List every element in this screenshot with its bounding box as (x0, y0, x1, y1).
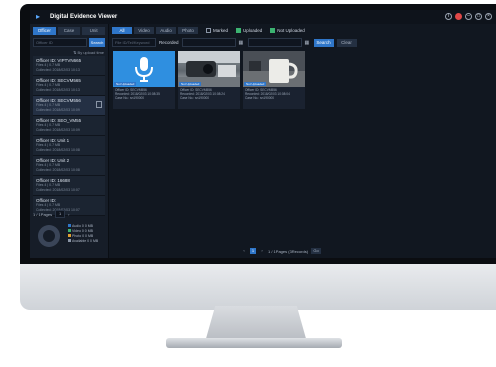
info-icon[interactable]: i (445, 13, 452, 20)
evidence-grid: Not Uploaded Officer ID: SECVM556 Record… (113, 51, 305, 109)
evidence-card-video[interactable]: Not Uploaded Officer ID: SECVM556 Record… (178, 51, 240, 109)
officer-search-input[interactable]: Officer ID (33, 38, 87, 47)
close-icon[interactable]: × (485, 13, 492, 20)
tab-officer[interactable]: Officer (33, 27, 56, 35)
list-item[interactable]: Officer ID: VIPTVN665 Files 4 | 0.7 MB C… (33, 56, 105, 76)
main-panel: All Video Audio Photo Marked Uploaded No… (109, 24, 496, 258)
sidebar-page-count: 1 / 1Pages (33, 211, 53, 217)
legend-label: Photo 0 0 MB (72, 234, 94, 238)
recorded-label: Recorded (159, 40, 179, 45)
go-button[interactable]: Go (311, 248, 322, 254)
checkbox-box[interactable] (270, 28, 276, 33)
sidebar-tabs: Officer Case Unit (33, 27, 106, 35)
checkbox-box[interactable] (236, 28, 242, 33)
checkbox-box[interactable] (206, 28, 211, 33)
sidebar-search-button[interactable]: Search (89, 38, 105, 47)
list-item-selected[interactable]: Officer ID: SECVM556 Files 4 | 0.7 MB Co… (33, 96, 105, 116)
marked-checkbox[interactable]: Marked (206, 28, 228, 33)
list-item[interactable]: Officer ID: SECVM565 Files 4 | 0.7 MB Co… (33, 76, 105, 96)
storage-summary: Audio 0 0 MB Video 0 0 MB Photo 0 0 MB A… (34, 221, 106, 255)
tab-unit[interactable]: Unit (82, 27, 106, 35)
checkbox-label: Marked (213, 28, 229, 33)
legend-swatch (68, 224, 71, 227)
card-meta: Officer ID: SECVM556 Recorded: 2018/02/0… (180, 88, 225, 101)
list-item[interactable]: Officer ID: Unit 1 Files 4 | 0.7 MB Coll… (33, 136, 105, 156)
officer-collected: Collected: 2018/02/03 10:13 (36, 87, 80, 92)
monitor-frame: ▸ Digital Evidence Viewer i – □ × Office… (0, 0, 496, 367)
page-number-current[interactable]: 1 (250, 248, 256, 254)
legend-swatch (68, 239, 71, 242)
legend-swatch (68, 234, 71, 237)
officer-collected: Collected: 2018/02/03 10:13 (36, 67, 80, 72)
card-meta: Officer ID: SECVM556 Recorded: 2018/02/0… (245, 88, 290, 101)
app-title: Digital Evidence Viewer (50, 14, 118, 20)
list-item[interactable]: Officer ID: Unit 2 Files 4 | 0.7 MB Coll… (33, 156, 105, 176)
legend-label: Video 0 0 MB (72, 229, 93, 233)
sidebar-search: Officer ID Search (33, 38, 105, 47)
date-from-input[interactable] (181, 38, 236, 47)
main-pager: ‹ 1 › 1 / 1Pages (3Records) Go (241, 248, 322, 254)
monitor-base (166, 338, 342, 348)
card-case: Case No.: sn190000 (115, 96, 145, 101)
filter-photo[interactable]: Photo (178, 27, 198, 34)
minimize-icon[interactable]: – (465, 13, 472, 20)
app-logo-icon: ▸ (36, 12, 41, 21)
card-meta: Officer ID: SECVM556 Recorded: 2018/02/0… (115, 88, 160, 101)
date-to-input[interactable] (247, 38, 302, 47)
checkbox-label: Not Uploaded (277, 28, 305, 33)
not-uploaded-checkbox[interactable]: Not Uploaded (270, 28, 305, 33)
status-badge: Not Uploaded (179, 82, 202, 86)
legend-swatch (68, 229, 71, 232)
tab-case[interactable]: Case (57, 27, 81, 35)
filter-audio[interactable]: Audio (156, 27, 176, 34)
officer-collected: Collected: 2018/02/03 10:09 (36, 127, 80, 132)
page-count-text: 1 / 1Pages (3Records) (268, 248, 309, 254)
title-bar: ▸ Digital Evidence Viewer i – □ × (30, 10, 496, 24)
card-case: Case No.: sn190000 (245, 96, 275, 101)
storage-donut-chart (38, 225, 60, 247)
notification-icon[interactable] (455, 13, 462, 20)
sort-by-upload-time[interactable]: ⇅ By upload time (34, 50, 104, 55)
uploaded-checkbox[interactable]: Uploaded (236, 28, 262, 33)
document-icon[interactable] (96, 101, 102, 108)
type-filters: All Video Audio Photo Marked Uploaded No… (112, 27, 305, 34)
legend-label: Audio 0 0 MB (72, 224, 94, 228)
evidence-card-photo[interactable]: Not Uploaded Officer ID: SECVM556 Record… (243, 51, 305, 109)
card-case: Case No.: sn190000 (180, 96, 210, 101)
sidebar-page-input[interactable]: 1 (55, 210, 66, 218)
monitor-chin (20, 264, 496, 310)
calendar-icon[interactable]: ▦ (239, 40, 245, 46)
search-button[interactable]: Search (313, 38, 334, 47)
list-item[interactable]: Officer ID: SEO_VM55 Files 4 | 0.7 MB Co… (33, 116, 105, 136)
file-search-input[interactable]: File ID/Tel/Keyword (112, 38, 156, 47)
prev-page-icon[interactable]: ‹ (241, 248, 247, 254)
checkbox-label: Uploaded (243, 28, 263, 33)
calendar-icon[interactable]: ▦ (305, 40, 311, 46)
filter-all[interactable]: All (112, 27, 132, 34)
sidebar-next-icon[interactable]: › (68, 212, 69, 217)
filter-video[interactable]: Video (134, 27, 154, 34)
maximize-icon[interactable]: □ (475, 13, 482, 20)
clear-button[interactable]: Clear (336, 38, 357, 47)
officer-collected: Collected: 2018/02/03 10:08 (36, 167, 80, 172)
legend-item: Available 0 0 MB (68, 239, 98, 244)
evidence-card-audio[interactable]: Not Uploaded Officer ID: SECVM556 Record… (113, 51, 175, 109)
monitor-stand (205, 306, 307, 340)
storage-legend: Audio 0 0 MB Video 0 0 MB Photo 0 0 MB A… (68, 224, 98, 244)
status-badge: Not Uploaded (114, 82, 137, 86)
sidebar-pager: 1 / 1Pages 1 › (33, 210, 105, 218)
officer-collected: Collected: 2018/02/03 10:09 (36, 107, 80, 112)
status-badge: Not Uploaded (244, 82, 267, 86)
app-window: ▸ Digital Evidence Viewer i – □ × Office… (30, 10, 496, 258)
officer-collected: Collected: 2018/02/03 10:08 (36, 147, 80, 152)
search-row: File ID/Tel/Keyword Recorded ▦ ▦ Search … (112, 38, 357, 47)
sidebar: Officer Case Unit Officer ID Search ⇅ By… (30, 24, 109, 258)
next-page-icon[interactable]: › (259, 248, 265, 254)
list-item[interactable]: Officer ID: 16688 Files 4 | 0.7 MB Colle… (33, 176, 105, 196)
legend-label: Available 0 0 MB (72, 239, 99, 243)
window-controls: i – □ × (445, 13, 492, 20)
officer-collected: Collected: 2018/02/03 10:07 (36, 187, 80, 192)
officer-list: Officer ID: VIPTVN665 Files 4 | 0.7 MB C… (33, 56, 105, 216)
